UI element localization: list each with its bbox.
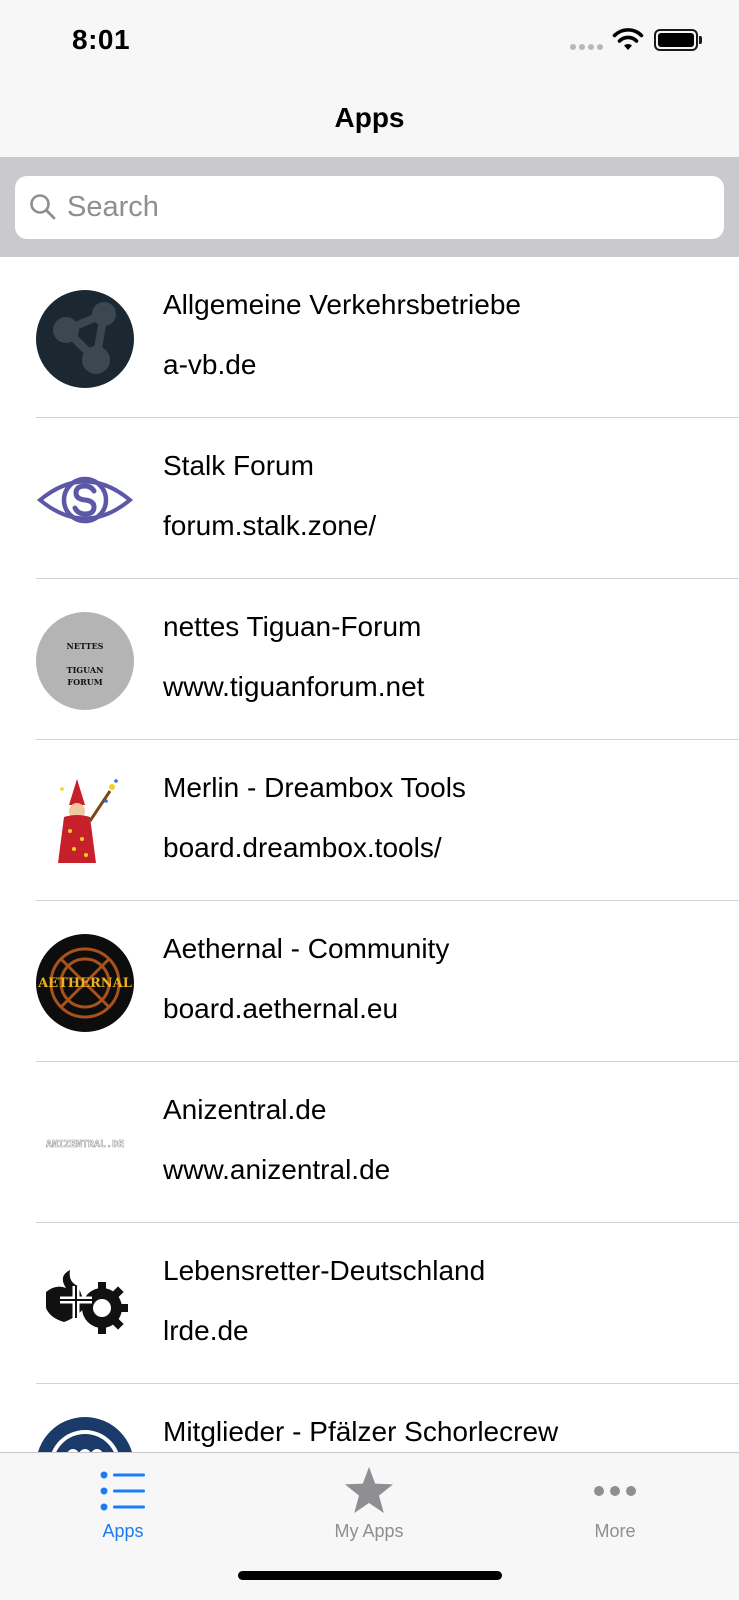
list-item-title: Lebensretter-Deutschland	[163, 1255, 486, 1286]
status-bar: 8:01	[0, 0, 739, 82]
list-item-title: Mitglieder - Pfälzer Schorlecrew	[163, 1416, 559, 1447]
status-time: 8:01	[72, 24, 131, 55]
search-field-container[interactable]	[15, 176, 724, 239]
svg-text:ANIZENTRAL.DE: ANIZENTRAL.DE	[46, 1139, 124, 1150]
cellular-signal-icon	[570, 44, 603, 50]
list-item-subtitle: forum.stalk.zone/	[163, 510, 377, 541]
anizentral-logo-icon: ANIZENTRAL.DE	[46, 1139, 125, 1151]
navigation-bar: Apps	[0, 82, 739, 158]
tab-more[interactable]: More	[492, 1453, 738, 1553]
list-item-subtitle: board.dreambox.tools/	[163, 832, 442, 863]
list-item-title: Stalk Forum	[163, 450, 314, 481]
svg-text:FORUM: FORUM	[67, 677, 102, 687]
tab-apps[interactable]: Apps	[0, 1453, 246, 1553]
list-item[interactable]: AETHERNAL Aethernal - Community board.ae…	[0, 901, 739, 1062]
tab-my-apps[interactable]: My Apps	[246, 1453, 492, 1553]
list-item-subtitle: www.anizentral.de	[163, 1154, 391, 1185]
page-title: Apps	[334, 102, 405, 133]
battery-icon	[654, 29, 702, 51]
list-item-subtitle: board.aethernal.eu	[163, 993, 399, 1024]
list-item-title: Merlin - Dreambox Tools	[163, 772, 466, 803]
list-item[interactable]: Lebensretter-Deutschland lrde.de	[0, 1223, 739, 1384]
share-network-icon	[36, 290, 134, 388]
wizard-icon	[58, 779, 118, 863]
list-item[interactable]: NETTES TIGUAN FORUM nettes Tiguan-Forum …	[0, 579, 739, 740]
list-item-title: Allgemeine Verkehrsbetriebe	[163, 289, 521, 320]
list-icon	[100, 1471, 145, 1511]
wifi-icon	[612, 28, 644, 50]
svg-text:AETHERNAL: AETHERNAL	[37, 976, 132, 991]
list-item[interactable]: Allgemeine Verkehrsbetriebe a-vb.de	[0, 257, 739, 418]
more-icon	[594, 1486, 636, 1496]
list-item[interactable]: Stalk Forum forum.stalk.zone/	[0, 418, 739, 579]
list-item-subtitle: lrde.de	[163, 1315, 249, 1346]
list-item-title: Anizentral.de	[163, 1094, 327, 1125]
lifesaver-logo-icon	[46, 1270, 128, 1334]
app-list: Allgemeine Verkehrsbetriebe a-vb.de Stal…	[0, 257, 739, 1545]
search-bar	[0, 158, 739, 257]
list-item[interactable]: Merlin - Dreambox Tools board.dreambox.t…	[0, 740, 739, 901]
eye-s-logo-icon	[36, 476, 134, 524]
svg-text:NETTES: NETTES	[67, 641, 104, 651]
search-icon	[30, 194, 56, 220]
list-item-subtitle: a-vb.de	[163, 349, 257, 380]
tab-label: Apps	[102, 1521, 144, 1541]
star-icon	[345, 1467, 393, 1513]
list-item-subtitle: www.tiguanforum.net	[163, 671, 425, 702]
aethernal-logo-icon: AETHERNAL	[36, 934, 134, 1032]
tiguan-forum-logo-icon: NETTES TIGUAN FORUM	[36, 612, 134, 710]
list-item-title: nettes Tiguan-Forum	[163, 611, 422, 642]
tab-label: My Apps	[334, 1521, 404, 1541]
tab-label: More	[594, 1521, 636, 1541]
list-item[interactable]: ANIZENTRAL.DE Anizentral.de www.anizentr…	[0, 1062, 739, 1223]
svg-text:TIGUAN: TIGUAN	[67, 665, 104, 675]
list-item-title: Aethernal - Community	[163, 933, 450, 964]
search-input[interactable]	[67, 176, 707, 239]
home-indicator[interactable]	[238, 1571, 502, 1580]
